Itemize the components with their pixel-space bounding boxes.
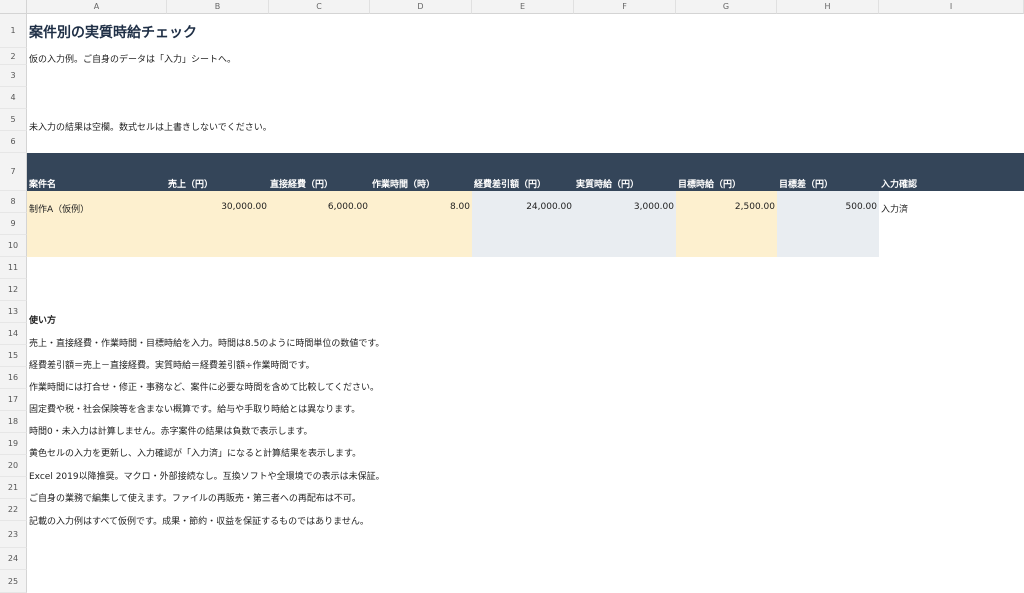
row-header-22[interactable]: 22 [0,499,27,521]
cell-target-diff[interactable]: 500.00 [777,202,878,212]
row-header-6[interactable]: 6 [0,131,27,153]
row-header-8[interactable]: 8 [0,191,27,213]
cell-target-hourly[interactable]: 2,500.00 [676,202,775,212]
diff-area-fill [777,191,879,257]
row-header-7[interactable]: 7 [0,153,27,191]
header-net-amount: 経費差引額（円） [474,180,547,190]
howto-line: 記載の入力例はすべて仮例です。成果・節約・収益を保証するものではありません。 [29,517,369,527]
row-header-23[interactable]: 23 [0,521,27,548]
header-target-diff: 目標差（円） [779,180,834,190]
row-header-5[interactable]: 5 [0,109,27,131]
row-header-20[interactable]: 20 [0,455,27,477]
column-header-e[interactable]: E [472,0,574,14]
cell-net-amount[interactable]: 24,000.00 [472,202,572,212]
row-header-2[interactable]: 2 [0,48,27,65]
howto-line: 黄色セルの入力を更新し、入力確認が「入力済」になると計算結果を表示します。 [29,449,362,459]
header-work-hours: 作業時間（時） [372,180,436,190]
column-header-i[interactable]: I [879,0,1024,14]
target-input-fill [676,191,777,257]
column-header-b[interactable]: B [167,0,269,14]
row-header-21[interactable]: 21 [0,477,27,499]
howto-line: 売上・直接経費・作業時間・目標時給を入力。時間は8.5のように時間単位の数値です… [29,339,385,349]
calc-area-fill [472,191,676,257]
howto-line: 経費差引額＝売上－直接経費。実質時給＝経費差引額÷作業時間です。 [29,361,315,371]
howto-line: 作業時間には打合せ・修正・事務など、案件に必要な時間を含めて比較してください。 [29,383,380,393]
howto-line: Excel 2019以降推奨。マクロ・外部接続なし。互換ソフトや全環境での表示は… [29,472,385,482]
header-real-hourly: 実質時給（円） [576,180,640,190]
header-sales: 売上（円） [168,180,214,190]
column-header-h[interactable]: H [777,0,879,14]
row-header-17[interactable]: 17 [0,389,27,411]
header-target-hourly: 目標時給（円） [678,180,742,190]
column-header-g[interactable]: G [676,0,777,14]
column-header-a[interactable]: A [27,0,167,14]
howto-heading: 使い方 [29,316,57,326]
cell-project-name[interactable]: 制作A（仮例） [29,202,89,215]
row-header-9[interactable]: 9 [0,213,27,235]
howto-line: 固定費や税・社会保険等を含まない概算です。給与や手取り時給とは異なります。 [29,405,361,415]
cell-sales[interactable]: 30,000.00 [167,202,267,212]
column-header-f[interactable]: F [574,0,676,14]
column-header-d[interactable]: D [370,0,472,14]
header-direct-cost: 直接経費（円） [270,180,334,190]
row-header-25[interactable]: 25 [0,570,27,593]
row-header-19[interactable]: 19 [0,433,27,455]
row-header-14[interactable]: 14 [0,323,27,345]
row-header-11[interactable]: 11 [0,257,27,279]
row-header-18[interactable]: 18 [0,411,27,433]
column-header-c[interactable]: C [269,0,370,14]
row-header-24[interactable]: 24 [0,548,27,570]
spreadsheet-grid: A B C D E F G H I 1 2 3 4 5 6 7 8 9 10 1… [0,0,1024,593]
cell-direct-cost[interactable]: 6,000.00 [269,202,368,212]
row-header-10[interactable]: 10 [0,235,27,257]
cell-real-hourly[interactable]: 3,000.00 [574,202,674,212]
row-header-1[interactable]: 1 [0,14,27,48]
note-sample-data: 仮の入力例。ご自身のデータは「入力」シートへ。 [29,55,237,65]
page-title: 案件別の実質時給チェック [29,25,197,41]
row-header-3[interactable]: 3 [0,65,27,87]
row-header-12[interactable]: 12 [0,279,27,301]
header-input-check: 入力確認 [881,180,918,190]
howto-line: ご自身の業務で編集して使えます。ファイルの再販売・第三者への再配布は不可。 [29,494,361,504]
row-header-15[interactable]: 15 [0,345,27,367]
row-header-4[interactable]: 4 [0,87,27,109]
select-all-corner[interactable] [0,0,27,14]
cell-input-check[interactable]: 入力済 [881,202,908,215]
cell-work-hours[interactable]: 8.00 [370,202,470,212]
howto-line: 時間0・未入力は計算しません。赤字案件の結果は負数で表示します。 [29,427,313,437]
row-header-16[interactable]: 16 [0,367,27,389]
note-formula-cells: 未入力の結果は空欄。数式セルは上書きしないでください。 [29,123,272,133]
header-project-name: 案件名 [29,180,57,190]
row-header-13[interactable]: 13 [0,301,27,323]
input-area-fill [27,191,472,257]
